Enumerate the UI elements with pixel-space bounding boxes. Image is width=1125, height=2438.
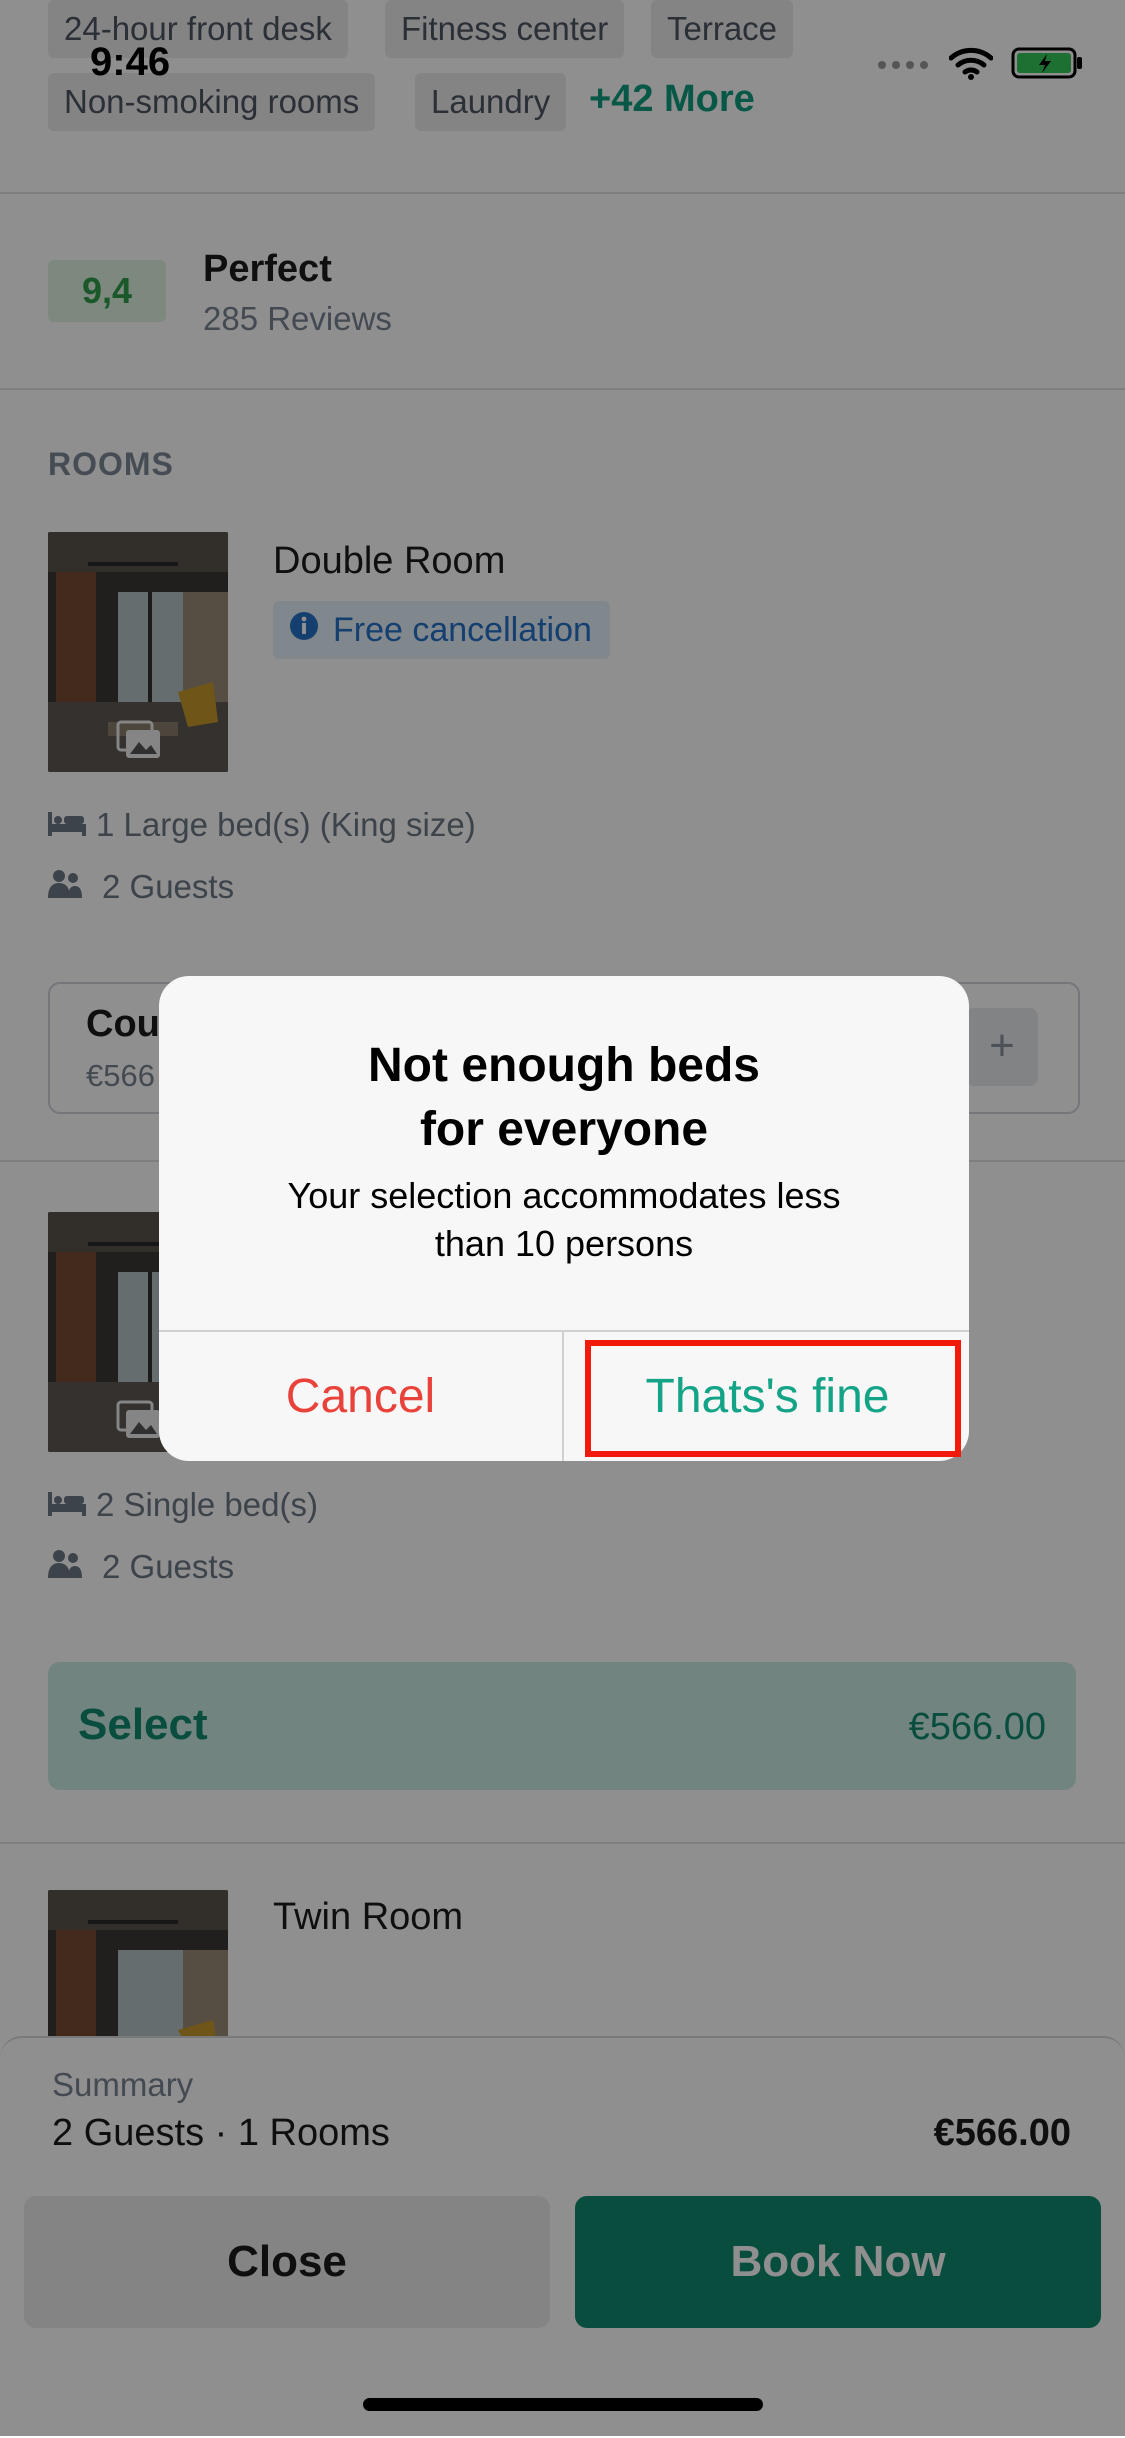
hotel-detail-page: 24-hour front desk Fitness center Terrac… [0, 0, 1125, 2438]
highlight-box [585, 1340, 961, 1457]
dialog-message: Your selection accommodates less than 10… [159, 1172, 969, 1268]
dialog-title-line: Not enough beds [368, 1039, 760, 1092]
dialog-message-line: Your selection accommodates less [287, 1175, 841, 1216]
dialog-cancel-button[interactable]: Cancel [159, 1332, 562, 1461]
dialog-separator [562, 1332, 564, 1461]
dialog-title: Not enough beds for everyone [159, 1034, 969, 1162]
dialog-message-line: than 10 persons [434, 1223, 694, 1264]
dialog-title-line: for everyone [419, 1103, 709, 1156]
home-indicator[interactable] [363, 2398, 763, 2411]
